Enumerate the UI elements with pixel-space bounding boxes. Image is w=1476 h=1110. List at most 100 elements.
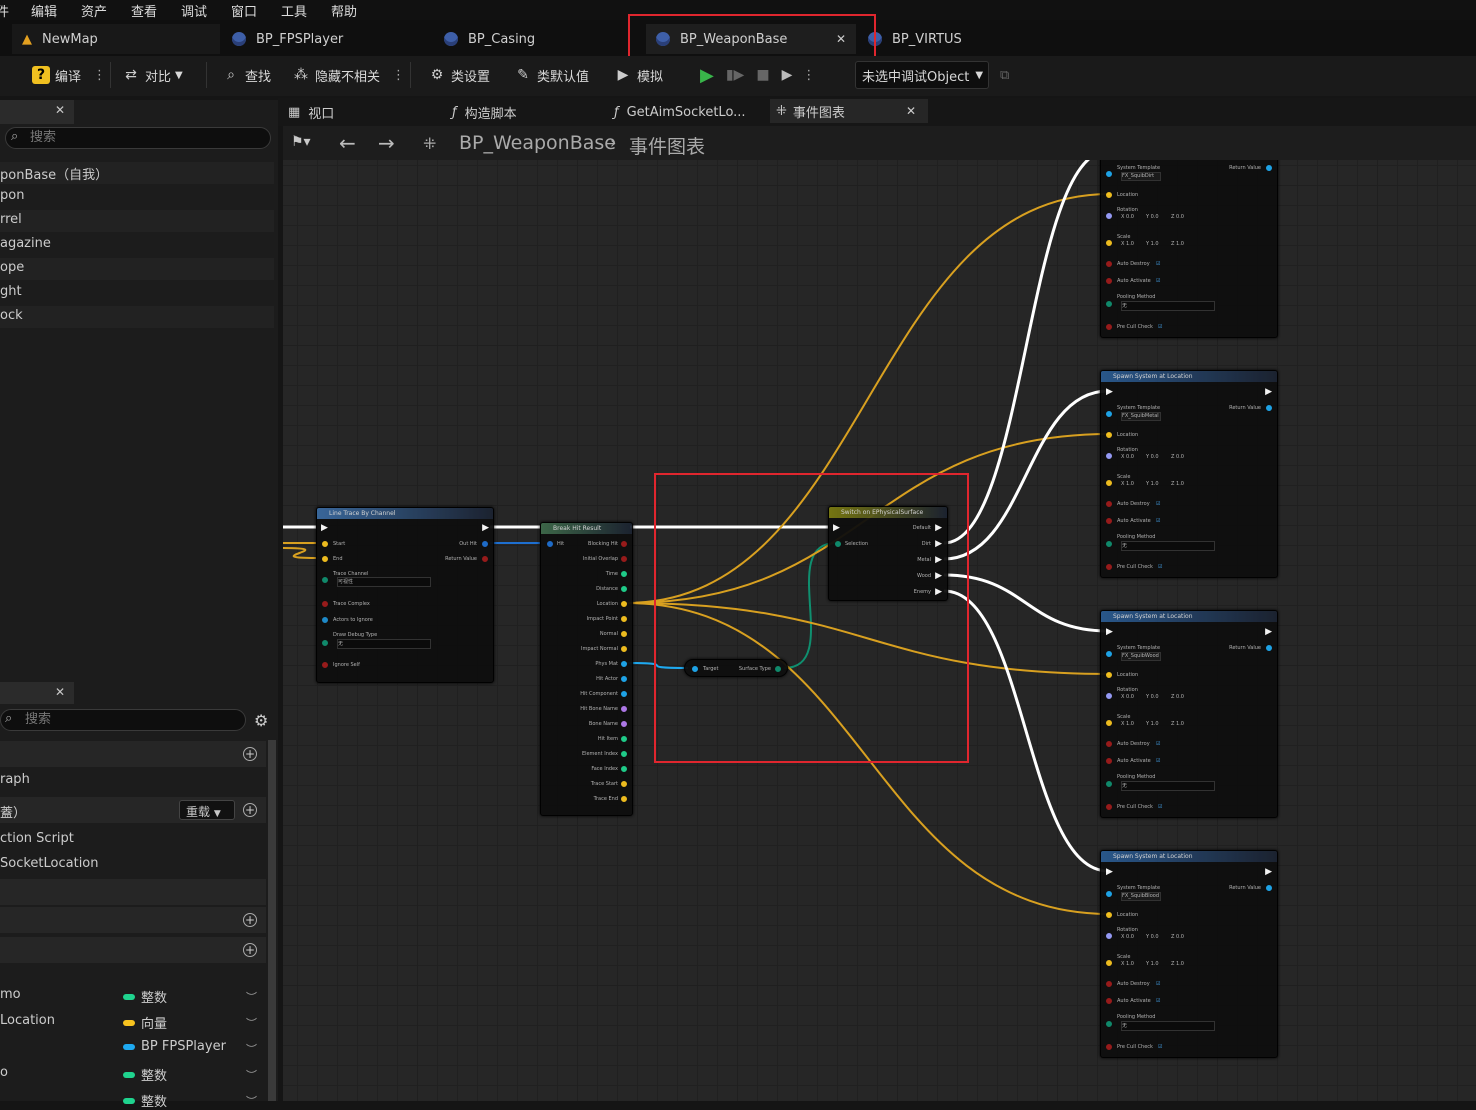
find-button[interactable]: ⌕ 查找 bbox=[222, 64, 271, 86]
pin-dot[interactable] bbox=[1106, 981, 1112, 987]
pin-dot[interactable] bbox=[1106, 1021, 1112, 1027]
node-line-trace[interactable]: Line Trace By Channel ▶ ▶ Start End Trace Cha… bbox=[316, 507, 494, 683]
hide-unrelated-button[interactable]: ⁂ 隐藏不相关 ⋮ bbox=[292, 64, 405, 86]
exec-pin-icon[interactable]: ▶ bbox=[1106, 387, 1113, 397]
class-settings-button[interactable]: ⚙ 类设置 bbox=[428, 64, 490, 86]
scale-z-field[interactable]: Z 1.0 bbox=[1171, 961, 1184, 967]
function-item[interactable]: ction Script bbox=[0, 829, 274, 851]
scale-y-field[interactable]: Y 1.0 bbox=[1146, 961, 1159, 967]
variable-name[interactable]: mo bbox=[0, 987, 21, 1002]
exec-pin-icon[interactable]: ▶ bbox=[1265, 387, 1272, 397]
rotation-y-field[interactable]: Y 0.0 bbox=[1146, 214, 1159, 220]
menu-tools[interactable]: 工具 bbox=[281, 1, 307, 20]
pin-dot[interactable] bbox=[1106, 693, 1112, 699]
rotation-z-field[interactable]: Z 0.0 bbox=[1171, 694, 1184, 700]
pin-dot[interactable] bbox=[1266, 885, 1272, 891]
debug-filter-icon[interactable]: ⧉ bbox=[1000, 64, 1009, 86]
rotation-x-field[interactable]: X 0.0 bbox=[1121, 454, 1134, 460]
menu-edit[interactable]: 编辑 bbox=[31, 1, 57, 20]
node-spawn-system-4[interactable]: Spawn System at Location ▶ ▶ System Templat… bbox=[1100, 850, 1278, 1058]
pin-dot[interactable] bbox=[1106, 411, 1112, 417]
exec-pin-icon[interactable]: ▶ bbox=[1265, 627, 1272, 637]
scale-y-field[interactable]: Y 1.0 bbox=[1146, 481, 1159, 487]
pin-dot[interactable] bbox=[621, 541, 627, 547]
pin-dot[interactable] bbox=[1106, 564, 1112, 570]
system-template-select[interactable]: FX_SquibDirt bbox=[1121, 172, 1161, 181]
rotation-z-field[interactable]: Z 0.0 bbox=[1171, 934, 1184, 940]
pin-dot[interactable] bbox=[1106, 804, 1112, 810]
tab-construction-script[interactable]: ƒ 构造脚本 bbox=[452, 102, 517, 122]
scale-z-field[interactable]: Z 1.0 bbox=[1171, 721, 1184, 727]
tab-newmap[interactable]: ▲ NewMap bbox=[12, 24, 220, 54]
rotation-y-field[interactable]: Y 0.0 bbox=[1146, 694, 1159, 700]
visibility-eye-icon[interactable]: ︶ bbox=[246, 1067, 257, 1083]
add-icon[interactable]: + bbox=[243, 747, 257, 761]
pin-dot[interactable] bbox=[1106, 651, 1112, 657]
scale-x-field[interactable]: X 1.0 bbox=[1121, 241, 1134, 247]
pin-dot[interactable] bbox=[621, 751, 627, 757]
rotation-x-field[interactable]: X 0.0 bbox=[1121, 694, 1134, 700]
tab-bp-fpsplayer[interactable]: BP_FPSPlayer bbox=[232, 24, 343, 54]
function-item[interactable]: SocketLocation bbox=[0, 854, 274, 876]
gear-icon[interactable]: ⚙ bbox=[254, 711, 268, 730]
pin-dot[interactable] bbox=[1106, 891, 1112, 897]
close-icon[interactable]: ✕ bbox=[55, 103, 65, 117]
pin-dot[interactable] bbox=[547, 541, 553, 547]
pin-dot[interactable] bbox=[1106, 453, 1112, 459]
tab-get-aim-socket[interactable]: ƒ GetAimSocketLo... bbox=[614, 102, 746, 122]
add-icon[interactable]: + bbox=[243, 943, 257, 957]
pin-dot[interactable] bbox=[1106, 672, 1112, 678]
menu-help[interactable]: 帮助 bbox=[331, 1, 357, 20]
pin-dot[interactable] bbox=[1106, 480, 1112, 486]
pin-dot[interactable] bbox=[621, 646, 627, 652]
section-functions[interactable]: 蓋） 重载 ▼ + bbox=[0, 797, 266, 823]
pin-dot[interactable] bbox=[1106, 998, 1112, 1004]
system-template-select[interactable]: FX_SquibMetal bbox=[1121, 412, 1161, 421]
scale-z-field[interactable]: Z 1.0 bbox=[1171, 241, 1184, 247]
my-blueprint-search-input[interactable]: 搜索 bbox=[0, 709, 246, 731]
pin-dot[interactable] bbox=[322, 541, 328, 547]
visibility-eye-icon[interactable]: ︶ bbox=[246, 989, 257, 1005]
checkbox-icon[interactable]: ☑ bbox=[1158, 1044, 1162, 1050]
scale-x-field[interactable]: X 1.0 bbox=[1121, 481, 1134, 487]
checkbox-icon[interactable]: ☑ bbox=[1156, 518, 1160, 524]
close-icon[interactable]: ✕ bbox=[906, 104, 916, 118]
pin-dot[interactable] bbox=[322, 617, 328, 623]
diff-button[interactable]: ⇄ 对比 ▼ bbox=[122, 64, 183, 86]
pin-dot[interactable] bbox=[621, 721, 627, 727]
checkbox-icon[interactable]: ☑ bbox=[1158, 324, 1162, 330]
tab-event-graph[interactable]: ⁜ 事件图表 ✕ bbox=[770, 99, 928, 123]
pin-dot[interactable] bbox=[621, 766, 627, 772]
rotation-x-field[interactable]: X 0.0 bbox=[1121, 934, 1134, 940]
pin-dot[interactable] bbox=[621, 736, 627, 742]
pin-dot[interactable] bbox=[621, 781, 627, 787]
stop-icon[interactable]: ■ bbox=[756, 67, 769, 83]
component-item[interactable]: rrel bbox=[0, 210, 274, 232]
checkbox-icon[interactable]: ☑ bbox=[1156, 758, 1160, 764]
node-spawn-system-1[interactable]: Spawn System at Location▶▶System Templat… bbox=[1100, 160, 1278, 338]
component-item[interactable]: agazine bbox=[0, 234, 274, 256]
checkbox-icon[interactable]: ☑ bbox=[1156, 741, 1160, 747]
debug-type-select[interactable]: 无 bbox=[337, 639, 431, 649]
rotation-y-field[interactable]: Y 0.0 bbox=[1146, 454, 1159, 460]
close-icon[interactable]: ✕ bbox=[55, 685, 65, 699]
pin-dot[interactable] bbox=[621, 676, 627, 682]
eject-icon[interactable]: ▶ bbox=[782, 67, 793, 83]
pin-dot[interactable] bbox=[1106, 741, 1112, 747]
simulate-button[interactable]: ▶ 模拟 bbox=[614, 64, 663, 86]
exec-pin-icon[interactable]: ▶ bbox=[321, 523, 328, 533]
pin-dot[interactable] bbox=[1106, 758, 1112, 764]
forward-arrow-icon[interactable]: → bbox=[378, 131, 395, 155]
checkbox-icon[interactable]: ☑ bbox=[1156, 981, 1160, 987]
components-search-input[interactable]: 搜索 bbox=[5, 127, 271, 149]
rotation-x-field[interactable]: X 0.0 bbox=[1121, 214, 1134, 220]
node-spawn-system-2[interactable]: Spawn System at Location ▶ ▶ System Templat… bbox=[1100, 370, 1278, 578]
menu-window[interactable]: 窗口 bbox=[231, 1, 257, 20]
add-icon[interactable]: + bbox=[243, 803, 257, 817]
pin-dot[interactable] bbox=[1106, 781, 1112, 787]
menu-view[interactable]: 查看 bbox=[131, 1, 157, 20]
pooling-method-select[interactable]: 无 bbox=[1121, 301, 1215, 311]
pin-dot[interactable] bbox=[1106, 432, 1112, 438]
trace-channel-select[interactable]: 可视性 bbox=[337, 577, 431, 587]
pooling-method-select[interactable]: 无 bbox=[1121, 541, 1215, 551]
